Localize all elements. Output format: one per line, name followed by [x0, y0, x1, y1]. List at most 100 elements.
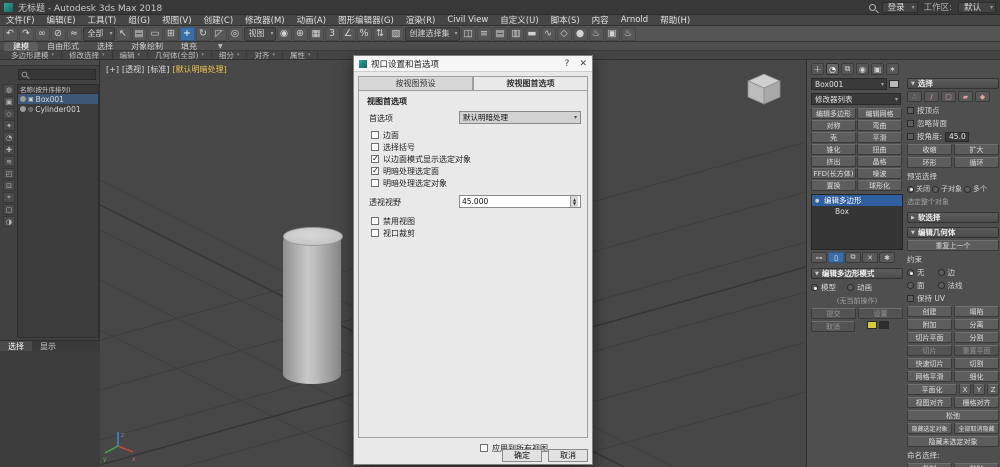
- ribbon-panel-title[interactable]: 属性: [283, 51, 319, 59]
- snap-toggle-icon[interactable]: 3: [325, 27, 340, 41]
- ok-button[interactable]: 确定: [502, 449, 542, 462]
- modifier-list-dropdown[interactable]: 修改器列表: [811, 93, 901, 105]
- material-editor-icon[interactable]: ●: [573, 27, 588, 41]
- display-shapes-icon[interactable]: ◇: [3, 108, 15, 119]
- cut-button[interactable]: 切割: [954, 358, 999, 369]
- unhide-all-button[interactable]: 全部取消隐藏: [954, 423, 999, 434]
- checkbox[interactable]: [371, 217, 379, 225]
- select-by-name-icon[interactable]: ▤: [132, 27, 147, 41]
- copy-button[interactable]: 复制: [907, 463, 952, 467]
- radio-constraint-face[interactable]: [907, 282, 914, 289]
- select-and-place-icon[interactable]: ◎: [228, 27, 243, 41]
- menu-item[interactable]: 脚本(S): [545, 14, 586, 26]
- create-tab-icon[interactable]: ＋: [811, 63, 824, 75]
- paste-button[interactable]: 粘贴: [954, 463, 999, 467]
- split-button[interactable]: 分割: [954, 332, 999, 343]
- make-unique-icon[interactable]: ⧉: [845, 252, 861, 263]
- radio-constraint-edge[interactable]: [938, 269, 945, 276]
- checkbox[interactable]: [371, 131, 379, 139]
- bind-to-space-warp-icon[interactable]: ≈: [67, 27, 82, 41]
- selection-filter-dropdown[interactable]: 全部: [83, 27, 115, 41]
- select-and-manipulate-icon[interactable]: ⊕: [293, 27, 308, 41]
- menu-item[interactable]: 动画(A): [291, 14, 332, 26]
- display-containers-icon[interactable]: ▢: [3, 204, 15, 215]
- modifier-button[interactable]: 壳: [811, 132, 856, 143]
- hide-selected-button[interactable]: 隐藏选定对象: [907, 423, 952, 434]
- toggle-scene-explorer-icon[interactable]: ▤: [493, 27, 508, 41]
- viewcube[interactable]: [742, 70, 786, 110]
- checkbox[interactable]: [371, 179, 379, 187]
- rollout-soft-selection[interactable]: ▶软选择: [907, 212, 999, 223]
- render-setup-icon[interactable]: ♨: [589, 27, 604, 41]
- checkbox-by-angle[interactable]: [907, 133, 914, 140]
- dialog-checkbox-row[interactable]: 明暗处理选定对象: [371, 177, 471, 189]
- radio-preview-subobject[interactable]: [932, 186, 939, 193]
- list-item[interactable]: ▣ Box001: [18, 94, 98, 104]
- collapse-button[interactable]: 塌陷: [954, 306, 999, 317]
- display-space-warps-icon[interactable]: ≋: [3, 156, 15, 167]
- commit-button[interactable]: 提交: [811, 308, 856, 319]
- modifier-button[interactable]: 晶格: [857, 156, 902, 167]
- grid-align-button[interactable]: 栅格对齐: [954, 397, 999, 408]
- toggle-layer-explorer-icon[interactable]: ▥: [509, 27, 524, 41]
- attach-button[interactable]: 附加: [907, 319, 952, 330]
- radio-model[interactable]: [811, 284, 818, 291]
- angle-value-field[interactable]: 45.0: [945, 132, 969, 142]
- named-selection-sets-dropdown[interactable]: 创建选择集: [405, 27, 460, 41]
- rollout-edit-geometry[interactable]: ▼编辑几何体: [907, 227, 999, 238]
- planar-y-button[interactable]: Y: [973, 384, 985, 395]
- remove-modifier-icon[interactable]: ✕: [862, 252, 878, 263]
- modifier-button[interactable]: 编辑网格: [857, 108, 902, 119]
- rendered-frame-icon[interactable]: ▣: [605, 27, 620, 41]
- login-menu[interactable]: 登录: [882, 2, 918, 13]
- border-icon[interactable]: ▢: [941, 91, 956, 102]
- polygon-icon[interactable]: ▰: [958, 91, 973, 102]
- dialog-close-button[interactable]: ✕: [579, 59, 587, 69]
- menu-item[interactable]: 创建(C): [198, 14, 240, 26]
- mesh-smooth-button[interactable]: 网格平滑: [907, 371, 952, 382]
- menu-item[interactable]: 文件(F): [0, 14, 41, 26]
- modifier-button[interactable]: 对称: [811, 120, 856, 131]
- modifier-button[interactable]: 编辑多边形: [811, 108, 856, 119]
- select-and-scale-icon[interactable]: ◸: [212, 27, 227, 41]
- use-pivot-center-icon[interactable]: ◉: [277, 27, 292, 41]
- select-and-rotate-icon[interactable]: ↻: [196, 27, 211, 41]
- curve-editor-icon[interactable]: ∿: [541, 27, 556, 41]
- undo-icon[interactable]: ↶: [3, 27, 18, 41]
- radio-constraint-none[interactable]: [907, 269, 914, 276]
- cylinder-object[interactable]: [283, 228, 341, 384]
- planar-x-button[interactable]: X: [959, 384, 971, 395]
- checkbox-ignore-backfacing[interactable]: [907, 120, 914, 127]
- ribbon-panel-title[interactable]: 多边形建模: [4, 51, 62, 59]
- detach-button[interactable]: 分离: [954, 319, 999, 330]
- menu-item[interactable]: 自定义(U): [494, 14, 544, 26]
- select-and-link-icon[interactable]: ∞: [35, 27, 50, 41]
- modify-tab-icon[interactable]: ◔: [826, 63, 839, 75]
- tab-per-view-presets[interactable]: 按视图预设: [358, 76, 473, 90]
- display-bones-icon[interactable]: ⌖: [3, 192, 15, 203]
- object-color-swatch[interactable]: [889, 80, 899, 88]
- utilities-tab-icon[interactable]: ✶: [886, 63, 899, 75]
- slice-plane-button[interactable]: 切片平面: [907, 332, 952, 343]
- fov-spinner[interactable]: ▲▼: [570, 196, 578, 207]
- modifier-button[interactable]: 扭曲: [857, 144, 902, 155]
- slice-button[interactable]: 切片: [907, 345, 952, 356]
- viewport-menu-general[interactable]: [+]: [106, 65, 119, 74]
- dialog-checkbox-row[interactable]: 选择括号: [371, 141, 471, 153]
- dialog-help-button[interactable]: ?: [565, 59, 570, 69]
- view-align-button[interactable]: 视图对齐: [907, 397, 952, 408]
- ribbon-panel-title[interactable]: 对齐: [247, 51, 283, 59]
- tab-display[interactable]: 显示: [32, 341, 64, 351]
- radio-animate[interactable]: [847, 284, 854, 291]
- window-crossing-icon[interactable]: ⊞: [164, 27, 179, 41]
- grow-button[interactable]: 扩大: [954, 144, 999, 155]
- visibility-icon[interactable]: [20, 106, 26, 112]
- quick-slice-button[interactable]: 快速切片: [907, 358, 952, 369]
- edge-icon[interactable]: ∕: [924, 91, 939, 102]
- menu-item[interactable]: 视图(V): [156, 14, 197, 26]
- repeat-last-button[interactable]: 重复上一个: [907, 240, 999, 251]
- checkbox[interactable]: [371, 155, 379, 163]
- menu-item[interactable]: 修改器(M): [239, 14, 290, 26]
- viewport-menu-pov[interactable]: [透视]: [122, 64, 144, 75]
- checkbox-preserve-uv[interactable]: [907, 295, 914, 302]
